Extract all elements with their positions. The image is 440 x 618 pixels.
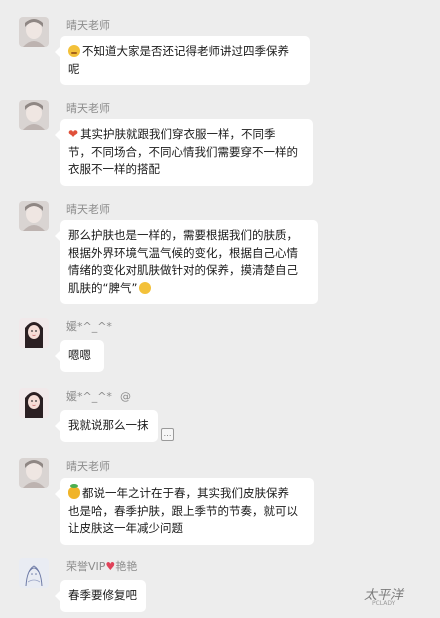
heart-icon: ♥ [105,560,116,573]
message-text: 情绪的变化对肌肤做针对的保养，摸清楚自己 [68,263,298,277]
sender-name: 晴天老师 [66,460,110,473]
message-text: 我就说那么一抹 [68,418,149,432]
watermark-logo: 太平洋 PCLADY [364,584,424,610]
message-text: 其实护肤就跟我们穿衣服一样，不同季 [80,127,276,141]
sender-name: 媛*^_^* [66,320,112,333]
sender-name: 晴天老师 [66,19,110,32]
sender-name: 荣誉VIP♥艳艳 [66,558,137,574]
message-bubble[interactable]: 我就说那么一抹 [55,410,158,442]
heart-emoji-icon: ❤ [68,127,79,141]
sender-name: 晴天老师 [66,203,110,216]
watermark-subtext: PCLADY [372,600,396,607]
avatar[interactable] [19,17,49,47]
avatar[interactable] [19,558,49,588]
avatar[interactable] [19,318,49,348]
message-text: 嗯嗯 [68,348,91,362]
message-text: 根据外界环境气温气候的变化，根据自己心情 [68,245,298,260]
message-text: 让皮肤这一年减少问题 [68,521,183,535]
more-options-icon[interactable]: … [161,428,174,441]
message-text: 都说一年之计在于春，其实我们皮肤保养 [82,486,289,500]
message-text: 那么护肤也是一样的，需要根据我们的肤质， [68,228,298,242]
sender-name: 晴天老师 [66,102,110,115]
message-text: 呢 [68,61,80,76]
sender-name-text: 艳艳 [115,560,138,573]
message-text: 不知道大家是否还记得老师讲过四季保养 [82,44,289,58]
sender-name: 媛*^_^* @ [66,388,131,404]
pineapple-emoji-icon [68,484,80,499]
avatar[interactable] [19,458,49,488]
avatar[interactable] [19,100,49,130]
message-text: 衣服不一样的搭配 [68,162,160,176]
mention-icon: @ [119,390,131,403]
message-text: 节，不同场合，不同心情我们需要穿不一样的 [68,144,298,159]
message-text: 也是哈，春季护肤，跟上季节的节奏，就可以 [68,503,298,518]
vip-badge: 荣誉VIP [66,560,106,573]
sweat-smile-emoji-icon [68,45,80,57]
message-bubble[interactable]: 不知道大家是否还记得老师讲过四季保养 呢 [55,36,310,85]
wink-emoji-icon [139,281,152,294]
message-bubble[interactable]: 春季要修复吧 [55,580,146,612]
message-bubble[interactable]: 都说一年之计在于春，其实我们皮肤保养 也是哈，春季护肤，跟上季节的节奏，就可以 … [55,478,314,545]
message-text: 春季要修复吧 [68,588,137,602]
message-bubble[interactable]: 嗯嗯 [55,340,104,372]
message-text: 肌肤的“脾气” [68,280,138,295]
avatar[interactable] [19,201,49,231]
message-bubble[interactable]: ❤ 其实护肤就跟我们穿衣服一样，不同季 节，不同场合，不同心情我们需要穿不一样的 … [55,119,313,186]
avatar[interactable] [19,388,49,418]
sender-name-text: 媛*^_^* [66,390,112,403]
message-bubble[interactable]: 那么护肤也是一样的，需要根据我们的肤质， 根据外界环境气温气候的变化，根据自己心… [55,220,318,304]
